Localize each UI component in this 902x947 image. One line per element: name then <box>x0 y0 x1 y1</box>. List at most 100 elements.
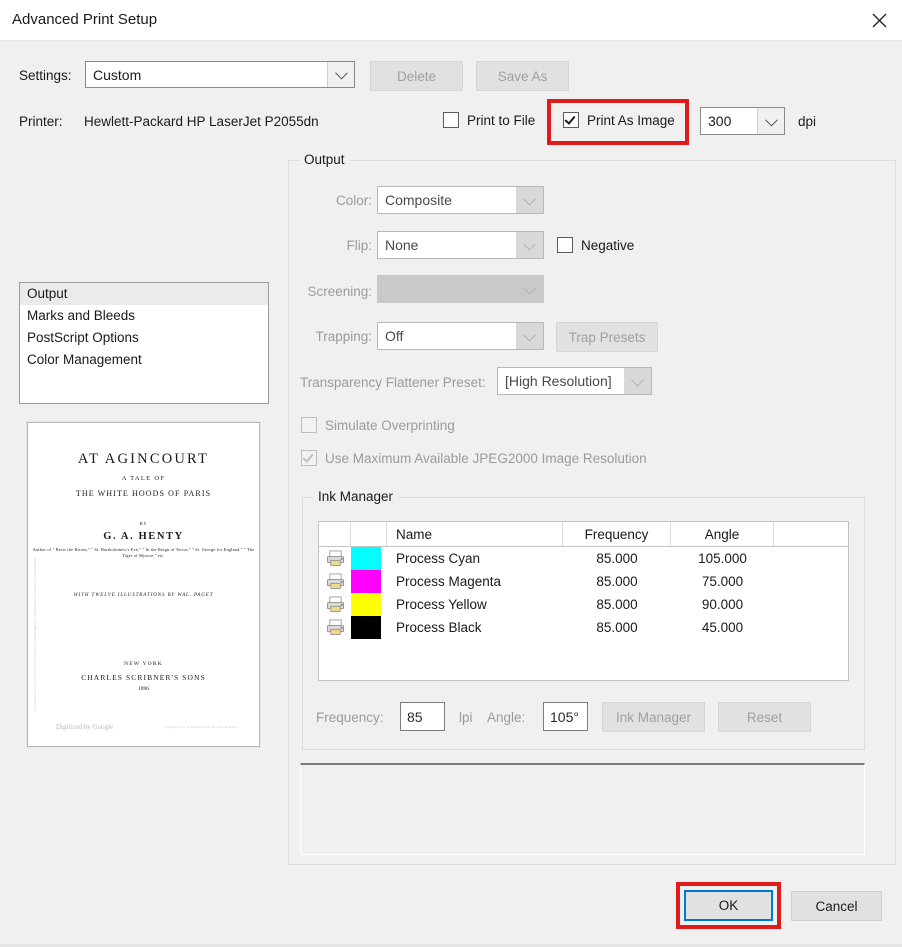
angle-input[interactable]: 105° <box>543 702 588 731</box>
preview-author: G. A. HENTY <box>103 531 184 542</box>
preview-year: 1896 <box>138 686 149 692</box>
settings-category-list[interactable]: Output Marks and Bleeds PostScript Optio… <box>19 282 269 404</box>
delete-button[interactable]: Delete <box>370 61 463 91</box>
list-item-marks-and-bleeds[interactable]: Marks and Bleeds <box>20 305 268 327</box>
transparency-flattener-preset-combobox[interactable]: [High Resolution] <box>497 367 652 395</box>
advanced-print-setup-dialog: Advanced Print Setup Settings: Custom De… <box>0 0 902 947</box>
column-header-frequency: Frequency <box>563 522 671 546</box>
list-item-postscript-options[interactable]: PostScript Options <box>20 327 268 349</box>
settings-combobox-value: Custom <box>93 66 142 83</box>
printer-label: Printer: <box>19 114 63 129</box>
ink-frequency: 85.000 <box>596 620 638 635</box>
ink-frequency: 85.000 <box>596 551 638 566</box>
printer-icon[interactable] <box>319 547 351 570</box>
ink-row-spacer <box>774 570 848 593</box>
transparency-flattener-preset-label: Transparency Flattener Preset: <box>300 375 486 390</box>
checkbox-box <box>563 112 579 128</box>
checkbox-box <box>301 417 317 433</box>
ink-table-header: Name Frequency Angle <box>319 522 848 547</box>
list-item-color-management[interactable]: Color Management <box>20 349 268 371</box>
ink-table[interactable]: Name Frequency Angle Process Cyan 85.000 1… <box>318 521 849 681</box>
frequency-label: Frequency: <box>316 710 384 725</box>
ok-button[interactable]: OK <box>684 890 773 921</box>
ink-manager-button[interactable]: Ink Manager <box>602 702 705 732</box>
jpeg2000-resolution-checkbox[interactable]: Use Maximum Available JPEG2000 Image Res… <box>301 450 647 466</box>
screening-combobox[interactable] <box>377 275 544 303</box>
preview-publisher: CHARLES SCRIBNER'S SONS <box>81 673 206 682</box>
screening-label: Screening: <box>307 284 372 299</box>
preview-library-stamp: Digitized by UNIVERSITY OF MICHIGAN <box>165 725 237 729</box>
dpi-value: 300 <box>708 113 732 129</box>
negative-checkbox[interactable]: Negative <box>557 237 634 253</box>
reset-button[interactable]: Reset <box>718 702 811 732</box>
cancel-button[interactable]: Cancel <box>791 891 882 921</box>
ink-angle: 105.000 <box>698 551 747 566</box>
chevron-down-icon <box>327 62 354 87</box>
column-header-name: Name <box>387 522 563 546</box>
ink-row-spacer <box>774 616 848 639</box>
preview-other-works: Author of " Beric the Briton," " St. Bar… <box>32 547 255 559</box>
preview-illustrations: WITH TWELVE ILLUSTRATIONS BY WAL. PAGET <box>73 593 214 598</box>
column-header-swatch <box>351 522 387 546</box>
negative-label: Negative <box>581 237 635 253</box>
chevron-down-icon <box>624 368 651 394</box>
table-row[interactable]: Process Magenta 85.000 75.000 <box>319 570 848 593</box>
trapping-combobox-value: Off <box>385 328 404 344</box>
table-row[interactable]: Process Yellow 85.000 90.000 <box>319 593 848 616</box>
chevron-down-icon <box>516 276 543 302</box>
simulate-overprinting-checkbox[interactable]: Simulate Overprinting <box>301 417 455 433</box>
chevron-down-icon <box>516 323 543 349</box>
preview-title: AT AGINCOURT <box>77 451 210 467</box>
ink-table-body: Process Cyan 85.000 105.000 Process Magenta… <box>319 547 848 639</box>
printer-icon[interactable] <box>319 593 351 616</box>
lpi-label: lpi <box>459 710 473 725</box>
checkbox-box <box>557 237 573 253</box>
ink-angle: 75.000 <box>701 574 744 589</box>
ink-name: Process Yellow <box>396 597 487 612</box>
dpi-combobox[interactable]: 300 <box>700 107 785 135</box>
color-combobox[interactable]: Composite <box>377 186 544 214</box>
printer-icon[interactable] <box>319 570 351 593</box>
settings-combobox[interactable]: Custom <box>85 61 355 88</box>
table-row[interactable]: Process Cyan 85.000 105.000 <box>319 547 848 570</box>
print-to-file-checkbox[interactable]: Print to File <box>443 112 535 128</box>
ink-name: Process Black <box>396 620 482 635</box>
title-bar: Advanced Print Setup <box>0 0 902 41</box>
jpeg2000-resolution-label: Use Maximum Available JPEG2000 Image Res… <box>325 450 647 466</box>
ink-frequency: 85.000 <box>596 574 638 589</box>
ink-frequency: 85.000 <box>596 597 638 612</box>
printer-icon[interactable] <box>319 616 351 639</box>
ink-name: Process Cyan <box>396 551 481 566</box>
ink-row-spacer <box>774 593 848 616</box>
column-header-angle: Angle <box>671 522 774 546</box>
window-title: Advanced Print Setup <box>12 11 158 28</box>
trapping-combobox[interactable]: Off <box>377 322 544 350</box>
print-as-image-checkbox[interactable]: Print As Image <box>563 112 675 128</box>
flip-combobox[interactable]: None <box>377 231 544 259</box>
ink-color-swatch <box>351 570 387 593</box>
checkbox-box <box>301 450 317 466</box>
ink-row-spacer <box>774 547 848 570</box>
chevron-down-icon <box>516 232 543 258</box>
preview-by-label: BY <box>139 521 148 526</box>
dpi-unit-label: dpi <box>798 114 817 129</box>
preview-subtitle-2: THE WHITE HOODS OF PARIS <box>75 489 212 498</box>
ink-color-swatch <box>351 616 387 639</box>
save-as-button[interactable]: Save As <box>476 61 569 91</box>
table-row[interactable]: Process Black 85.000 45.000 <box>319 616 848 639</box>
transparency-flattener-preset-value: [High Resolution] <box>505 373 612 389</box>
preview-subtitle-1: A TALE OF <box>121 475 166 482</box>
column-header-spacer <box>774 522 848 546</box>
frequency-input[interactable]: 85 <box>400 702 445 731</box>
print-to-file-label: Print to File <box>467 112 536 128</box>
chevron-down-icon <box>757 108 784 134</box>
close-icon[interactable] <box>856 0 902 41</box>
ink-angle: 90.000 <box>701 597 744 612</box>
page-preview-thumbnail: AT AGINCOURT A TALE OF THE WHITE HOODS O… <box>27 422 260 747</box>
flip-combobox-value: None <box>385 237 419 253</box>
list-item-output[interactable]: Output <box>20 283 268 305</box>
trap-presets-button[interactable]: Trap Presets <box>556 322 658 352</box>
flip-label: Flip: <box>346 238 372 253</box>
angle-label: Angle: <box>487 710 526 725</box>
ink-angle: 45.000 <box>701 620 744 635</box>
